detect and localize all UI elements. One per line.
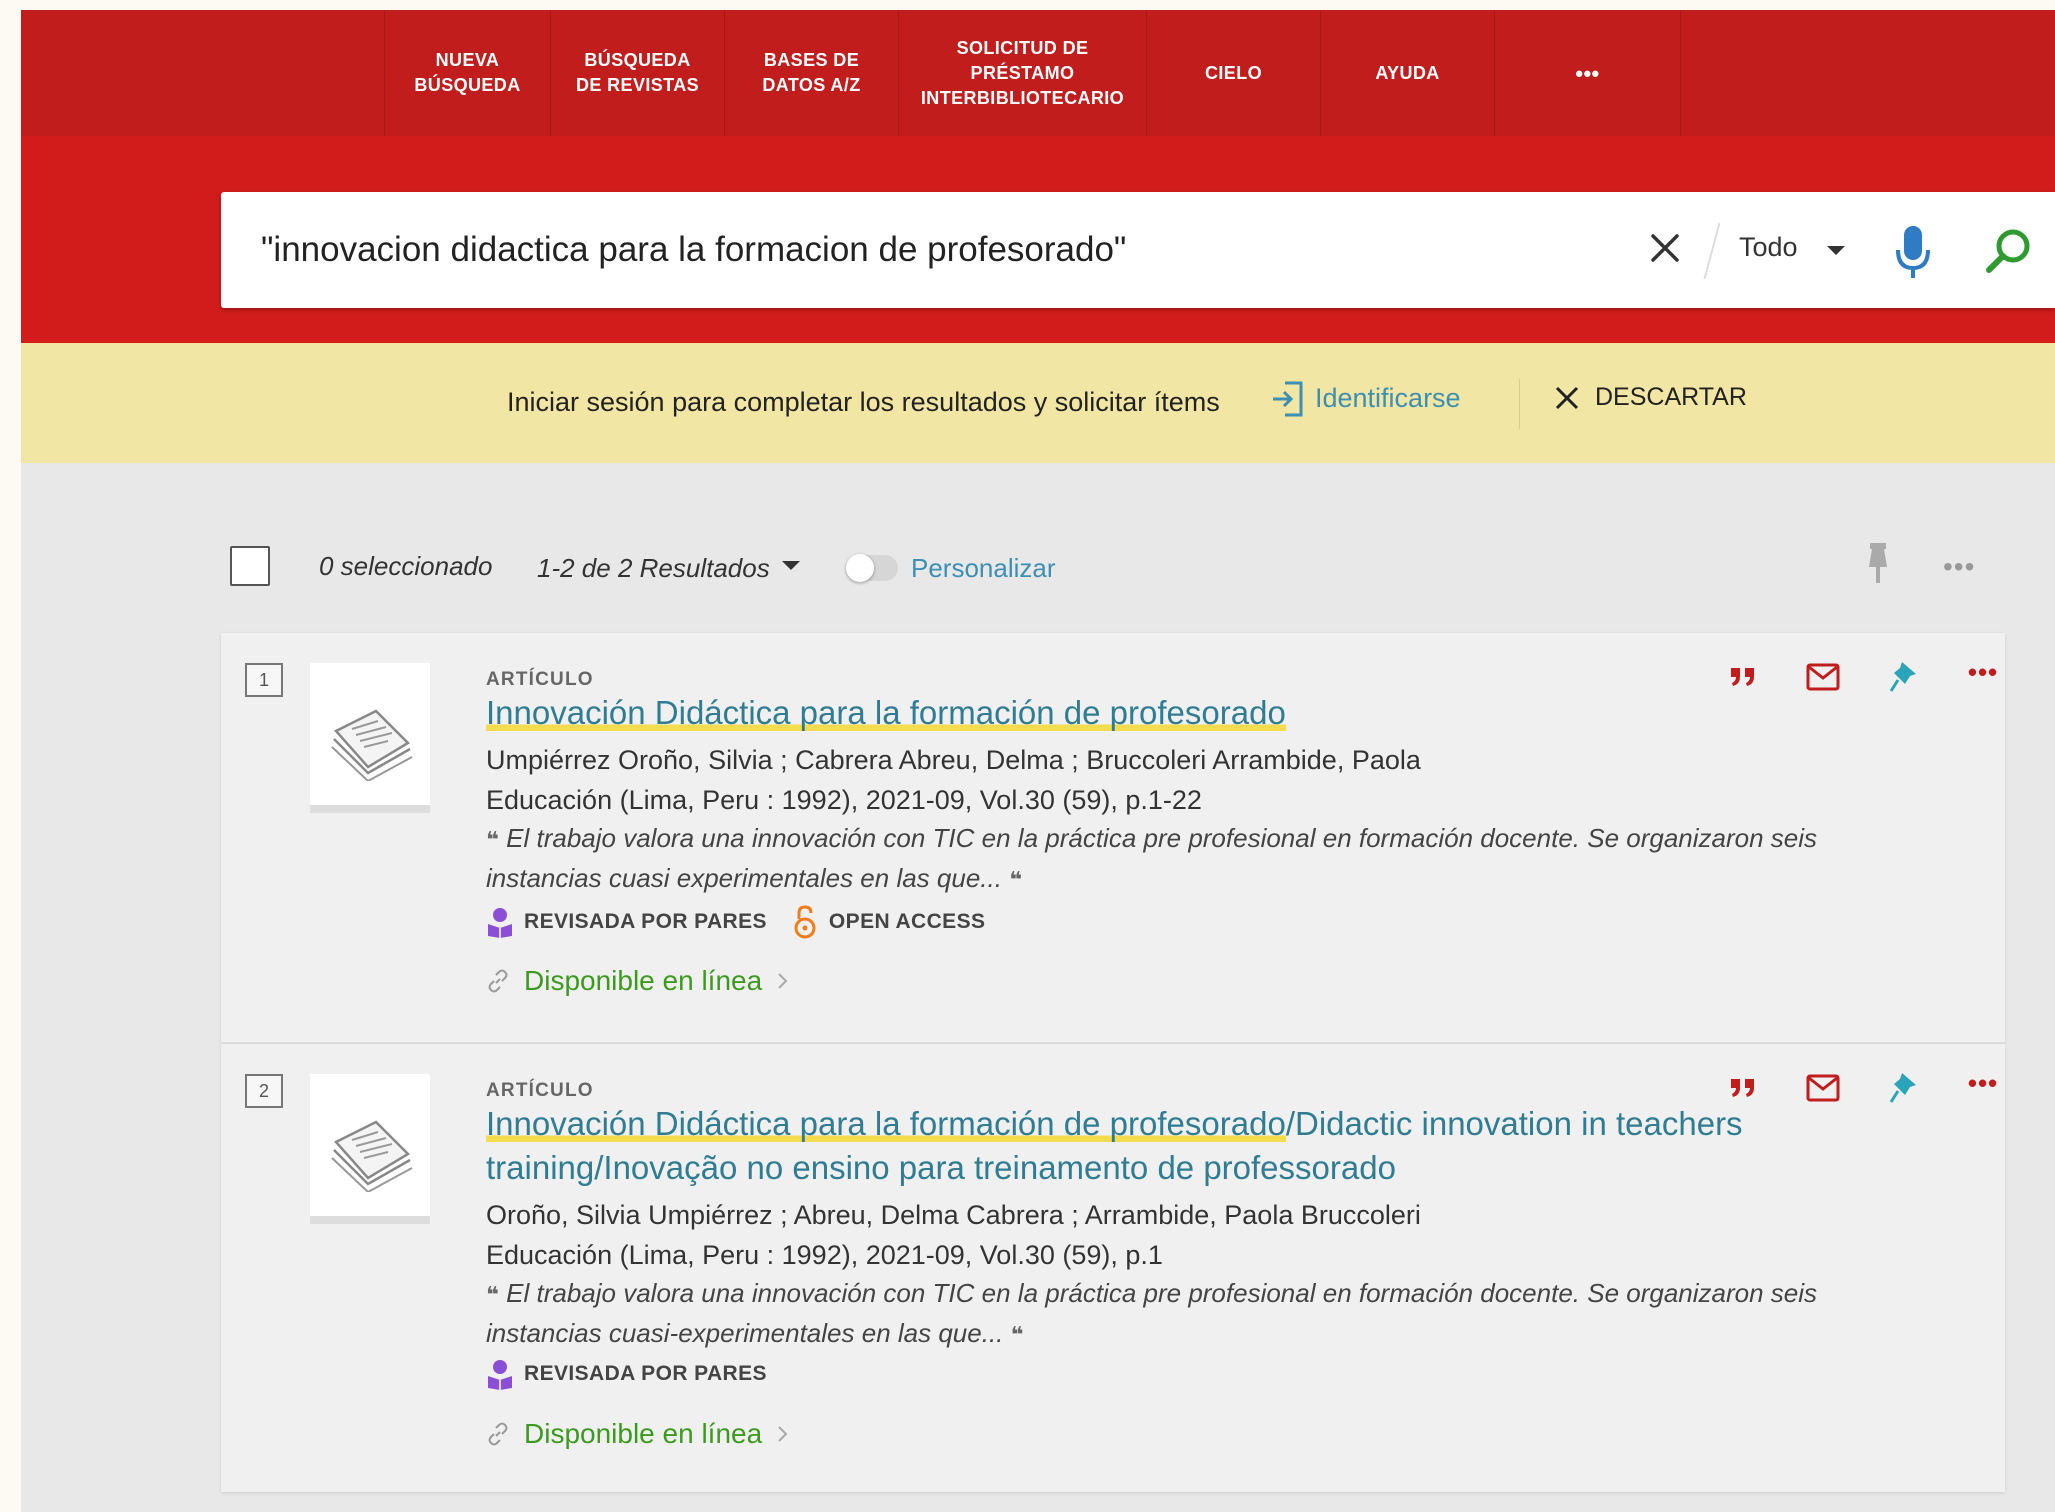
peer-reviewed-label: REVISADA POR PARES xyxy=(524,1362,767,1385)
quote-icon[interactable] xyxy=(1725,659,1761,695)
document-icon xyxy=(310,1074,430,1224)
availability-link[interactable]: Disponible en línea xyxy=(486,965,790,997)
nav-divider xyxy=(1680,10,1681,136)
clear-icon[interactable] xyxy=(1645,228,1685,268)
peer-reviewed-icon xyxy=(488,908,512,938)
result-card[interactable]: 1 ARTÍCULO Innovación Didáctica para la … xyxy=(221,633,2005,1043)
search-band: Todo xyxy=(21,136,2055,343)
nav-help[interactable]: AYUDA xyxy=(1320,10,1494,136)
title-highlight: Innovación Didáctica para la formación d… xyxy=(486,1105,1286,1142)
nav-label: AYUDA xyxy=(1375,62,1440,83)
pin-icon[interactable] xyxy=(1863,541,1893,590)
result-index-checkbox[interactable]: 2 xyxy=(245,1074,283,1108)
signin-notice: Iniciar sesión para completar los result… xyxy=(21,343,2055,463)
notice-text: Iniciar sesión para completar los result… xyxy=(507,387,1220,417)
select-all-checkbox[interactable] xyxy=(230,546,270,586)
pin-icon[interactable] xyxy=(1885,659,1921,695)
nav-label: BASES DE DATOS A/Z xyxy=(762,50,861,95)
nav-label: BÚSQUEDA DE REVISTAS xyxy=(575,50,700,95)
abstract-text: El trabajo valora una innovación con TIC… xyxy=(486,823,1818,893)
nav-cielo[interactable]: CIELO xyxy=(1146,10,1320,136)
caret-down-icon[interactable] xyxy=(781,559,801,577)
email-icon[interactable] xyxy=(1805,659,1841,695)
microphone-icon[interactable] xyxy=(1893,224,1933,285)
title-highlight: Innovación Didáctica para la formación d… xyxy=(486,694,1286,731)
abstract-text: El trabajo valora una innovación con TIC… xyxy=(486,1278,1818,1348)
quote-icon[interactable] xyxy=(1725,1070,1761,1106)
result-abstract: ❝ El trabajo valora una innovación con T… xyxy=(486,819,1916,899)
link-icon xyxy=(488,1422,508,1446)
dismiss-label: DESCARTAR xyxy=(1595,383,1747,411)
result-type: ARTÍCULO xyxy=(486,669,594,690)
peer-reviewed-badge: REVISADA POR PARES xyxy=(486,1358,767,1390)
close-icon xyxy=(1555,386,1579,409)
divider xyxy=(1703,222,1721,280)
more-icon[interactable]: ••• xyxy=(1943,551,1975,583)
result-source: Educación (Lima, Peru : 1992), 2021-09, … xyxy=(486,1240,1163,1270)
results-count-dropdown[interactable]: 1-2 de 2 Resultados xyxy=(537,553,770,584)
result-authors: Umpiérrez Oroño, Silvia ; Cabrera Abreu,… xyxy=(486,745,1421,775)
result-authors: Oroño, Silvia Umpiérrez ; Abreu, Delma C… xyxy=(486,1200,1421,1230)
more-icon[interactable]: ••• xyxy=(1965,1065,2001,1101)
quote-icon: ❝ xyxy=(486,1282,499,1307)
result-card[interactable]: 2 ARTÍCULO Innovación Didáctica para la … xyxy=(221,1044,2005,1492)
result-abstract: ❝ El trabajo valora una innovación con T… xyxy=(486,1274,1916,1354)
top-navigation: NUEVA BÚSQUEDA BÚSQUEDA DE REVISTAS BASE… xyxy=(21,10,2055,136)
availability-label: Disponible en línea xyxy=(524,1418,763,1449)
search-icon[interactable] xyxy=(1983,226,2033,281)
quote-icon: ❝ xyxy=(1010,1322,1024,1347)
selected-count: 0 seleccionado xyxy=(319,551,493,581)
dismiss-button[interactable]: DESCARTAR xyxy=(1553,383,1747,412)
search-box: Todo xyxy=(221,192,2055,308)
result-title-link[interactable]: Innovación Didáctica para la formación d… xyxy=(486,691,1786,735)
more-icon: ••• xyxy=(1575,60,1600,86)
document-icon xyxy=(310,663,430,813)
personalize-toggle[interactable] xyxy=(846,554,898,582)
nav-more-menu[interactable]: ••• xyxy=(1494,10,1680,136)
nav-journal-search[interactable]: BÚSQUEDA DE REVISTAS xyxy=(550,10,724,136)
nav-new-search[interactable]: NUEVA BÚSQUEDA xyxy=(384,10,550,136)
nav-label: NUEVA BÚSQUEDA xyxy=(414,50,521,95)
chevron-right-icon xyxy=(778,1426,788,1442)
toggle-knob xyxy=(846,554,874,582)
results-toolbar: 0 seleccionado 1-2 de 2 Resultados Perso… xyxy=(21,463,2055,633)
search-scope-select[interactable]: Todo xyxy=(1739,232,1798,263)
quote-icon: ❝ xyxy=(486,827,499,852)
more-icon[interactable]: ••• xyxy=(1965,654,2001,690)
nav-interlibrary-loan[interactable]: SOLICITUD DE PRÉSTAMO INTERBIBLIOTECARIO xyxy=(898,10,1146,136)
chevron-right-icon xyxy=(778,973,788,989)
primo-search-app: NUEVA BÚSQUEDA BÚSQUEDA DE REVISTAS BASE… xyxy=(21,10,2055,1512)
quote-icon: ❝ xyxy=(1009,867,1023,892)
peer-reviewed-badge: REVISADA POR PARES OPEN ACCESS xyxy=(486,905,985,939)
result-title-link[interactable]: Innovación Didáctica para la formación d… xyxy=(486,1102,1786,1190)
result-actions: ••• xyxy=(1725,1068,2001,1106)
search-input[interactable] xyxy=(261,226,1611,274)
open-access-icon xyxy=(794,905,816,939)
result-source: Educación (Lima, Peru : 1992), 2021-09, … xyxy=(486,785,1202,815)
nav-label: CIELO xyxy=(1204,62,1262,83)
signin-link[interactable]: Identificarse xyxy=(1315,383,1461,414)
email-icon[interactable] xyxy=(1805,1070,1841,1106)
peer-reviewed-label: REVISADA POR PARES xyxy=(524,910,767,933)
link-icon xyxy=(488,969,508,993)
peer-reviewed-icon xyxy=(488,1360,512,1390)
result-actions: ••• xyxy=(1725,657,2001,695)
nav-label: SOLICITUD DE PRÉSTAMO INTERBIBLIOTECARIO xyxy=(920,37,1125,108)
personalize-label[interactable]: Personalizar xyxy=(911,553,1056,584)
open-access-label: OPEN ACCESS xyxy=(828,910,986,933)
result-type: ARTÍCULO xyxy=(486,1080,594,1101)
availability-link[interactable]: Disponible en línea xyxy=(486,1418,790,1450)
caret-down-icon[interactable] xyxy=(1825,244,1847,263)
result-index-checkbox[interactable]: 1 xyxy=(245,663,283,697)
login-icon[interactable] xyxy=(1271,379,1305,424)
availability-label: Disponible en línea xyxy=(524,965,763,996)
pin-icon[interactable] xyxy=(1885,1070,1921,1106)
nav-databases-az[interactable]: BASES DE DATOS A/Z xyxy=(724,10,898,136)
divider xyxy=(1519,379,1520,429)
